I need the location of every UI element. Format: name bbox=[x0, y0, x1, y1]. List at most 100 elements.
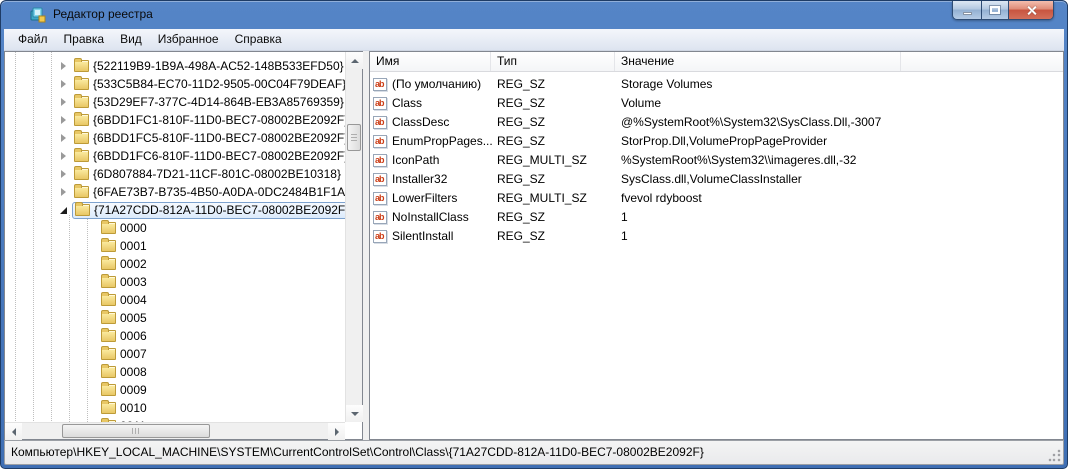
collapse-arrow-icon[interactable] bbox=[60, 206, 67, 214]
vertical-scroll-thumb[interactable] bbox=[347, 124, 361, 151]
tree-vertical-scrollbar[interactable] bbox=[345, 52, 363, 422]
tree-item-box: 0010 bbox=[98, 399, 152, 417]
tree-item[interactable]: {6BDD1FC1-810F-11D0-BEC7-08002BE2092F} bbox=[5, 111, 345, 129]
tree-item[interactable]: 0007 bbox=[5, 345, 345, 363]
tree-item[interactable]: 0004 bbox=[5, 291, 345, 309]
tree-item-box: {6BDD1FC5-810F-11D0-BEC7-08002BE2092F} bbox=[71, 129, 345, 147]
tree-item[interactable]: {6D807884-7D21-11CF-801C-08002BE10318} bbox=[5, 165, 345, 183]
tree-item[interactable]: {6FAE73B7-B735-4B50-A0DA-0DC2484B1F1A} bbox=[5, 183, 345, 201]
expand-arrow-icon[interactable] bbox=[61, 170, 66, 178]
horizontal-scroll-thumb[interactable] bbox=[62, 424, 210, 438]
tree-item-box: 0006 bbox=[98, 327, 152, 345]
table-row[interactable]: SilentInstall REG_SZ 1 bbox=[370, 227, 1063, 246]
folder-icon bbox=[101, 291, 116, 306]
tree-item-label: {6D807884-7D21-11CF-801C-08002BE10318} bbox=[93, 166, 341, 181]
expand-arrow-icon[interactable] bbox=[61, 152, 66, 160]
expand-arrow-icon[interactable] bbox=[61, 116, 66, 124]
value-type: REG_SZ bbox=[497, 134, 546, 148]
folder-icon bbox=[101, 345, 116, 360]
folder-icon bbox=[74, 129, 89, 144]
value-data: 1 bbox=[621, 210, 628, 224]
value-type: REG_SZ bbox=[497, 77, 546, 91]
caption-buttons bbox=[952, 1, 1054, 20]
resize-grip-icon[interactable] bbox=[1048, 449, 1061, 462]
tree-item[interactable]: {6BDD1FC6-810F-11D0-BEC7-08002BE2092F} bbox=[5, 147, 345, 165]
value-data: StorProp.Dll,VolumePropPageProvider bbox=[621, 134, 828, 148]
string-value-icon bbox=[373, 116, 387, 129]
folder-icon bbox=[101, 309, 116, 324]
scroll-up-button[interactable] bbox=[346, 52, 363, 69]
tree-item-label: 0010 bbox=[120, 400, 147, 415]
table-row[interactable]: (По умолчанию) REG_SZ Storage Volumes bbox=[370, 75, 1063, 94]
menu-favorites[interactable]: Избранное bbox=[150, 29, 227, 50]
menu-file[interactable]: Файл bbox=[10, 29, 56, 50]
value-name: SilentInstall bbox=[392, 229, 454, 243]
value-name: (По умолчанию) bbox=[392, 77, 482, 91]
tree-horizontal-scrollbar[interactable] bbox=[5, 422, 345, 440]
folder-icon bbox=[101, 327, 116, 342]
tree-item[interactable]: {71A27CDD-812A-11D0-BEC7-08002BE2092F} bbox=[5, 201, 345, 219]
table-row[interactable]: LowerFilters REG_MULTI_SZ fvevol rdyboost bbox=[370, 189, 1063, 208]
expand-arrow-icon[interactable] bbox=[61, 80, 66, 88]
value-type: REG_SZ bbox=[497, 229, 546, 243]
expand-arrow-icon[interactable] bbox=[61, 188, 66, 196]
tree-item-box: {6BDD1FC6-810F-11D0-BEC7-08002BE2092F} bbox=[71, 147, 345, 165]
tree-item[interactable]: {6BDD1FC5-810F-11D0-BEC7-08002BE2092F} bbox=[5, 129, 345, 147]
value-name-cell: Installer32 bbox=[373, 170, 447, 189]
registry-editor-window: Редактор реестра Файл Правка Вид Избранн… bbox=[0, 0, 1068, 469]
tree-item[interactable]: 0009 bbox=[5, 381, 345, 399]
tree-item[interactable]: {53D29EF7-377C-4D14-864B-EB3A85769359} bbox=[5, 93, 345, 111]
maximize-button[interactable] bbox=[982, 1, 1009, 19]
expand-arrow-icon[interactable] bbox=[61, 62, 66, 70]
column-header-value[interactable]: Значение bbox=[615, 52, 901, 71]
tree-item[interactable]: 0010 bbox=[5, 399, 345, 417]
tree-item[interactable]: 0008 bbox=[5, 363, 345, 381]
tree-item[interactable]: 0003 bbox=[5, 273, 345, 291]
value-name-cell: ClassDesc bbox=[373, 113, 449, 132]
tree-item[interactable]: 0005 bbox=[5, 309, 345, 327]
table-row[interactable]: EnumPropPages... REG_SZ StorProp.Dll,Volum… bbox=[370, 132, 1063, 151]
table-row[interactable]: NoInstallClass REG_SZ 1 bbox=[370, 208, 1063, 227]
titlebar[interactable]: Редактор реестра bbox=[1, 1, 1067, 29]
folder-icon bbox=[101, 219, 116, 234]
column-header-type[interactable]: Тип bbox=[491, 52, 615, 71]
value-name: ClassDesc bbox=[392, 115, 450, 129]
menu-edit[interactable]: Правка bbox=[56, 29, 113, 50]
tree-item[interactable]: 0006 bbox=[5, 327, 345, 345]
menu-view[interactable]: Вид bbox=[112, 29, 150, 50]
tree-item[interactable]: 0000 bbox=[5, 219, 345, 237]
table-row[interactable]: IconPath REG_MULTI_SZ %SystemRoot%\System3… bbox=[370, 151, 1063, 170]
tree-item-box: {71A27CDD-812A-11D0-BEC7-08002BE2092F} bbox=[72, 201, 345, 219]
folder-icon bbox=[101, 399, 116, 414]
value-name-cell: NoInstallClass bbox=[373, 208, 469, 227]
folder-icon bbox=[74, 57, 89, 72]
tree-item-label: 0001 bbox=[120, 238, 147, 253]
expand-arrow-icon[interactable] bbox=[61, 98, 66, 106]
menu-help[interactable]: Справка bbox=[227, 29, 290, 50]
tree-item[interactable]: 0001 bbox=[5, 237, 345, 255]
value-data: SysClass.dll,VolumeClassInstaller bbox=[621, 172, 802, 186]
tree-item[interactable]: {522119B9-1B9A-498A-AC52-148B533EFD50} bbox=[5, 57, 345, 75]
tree-item[interactable]: 0002 bbox=[5, 255, 345, 273]
table-row[interactable]: Class REG_SZ Volume bbox=[370, 94, 1063, 113]
tree-item-box: {522119B9-1B9A-498A-AC52-148B533EFD50} bbox=[71, 57, 345, 75]
value-name-cell: (По умолчанию) bbox=[373, 75, 481, 94]
tree-item-label: {6BDD1FC5-810F-11D0-BEC7-08002BE2092F} bbox=[93, 130, 345, 145]
close-button[interactable] bbox=[1009, 1, 1053, 19]
tree-item[interactable]: {533C5B84-EC70-11D2-9505-00C04F79DEAF} bbox=[5, 75, 345, 93]
scroll-right-button[interactable] bbox=[328, 423, 345, 440]
scroll-down-button[interactable] bbox=[346, 405, 363, 422]
folder-icon bbox=[101, 255, 116, 270]
scroll-left-button[interactable] bbox=[5, 423, 22, 440]
content-area: {522119B9-1B9A-498A-AC52-148B533EFD50} {5… bbox=[4, 51, 1064, 440]
column-header-name[interactable]: Имя bbox=[370, 52, 491, 71]
expand-arrow-icon[interactable] bbox=[61, 134, 66, 142]
tree-item-label: 0004 bbox=[120, 292, 147, 307]
value-name-cell: Class bbox=[373, 94, 422, 113]
table-row[interactable]: Installer32 REG_SZ SysClass.dll,VolumeClas… bbox=[370, 170, 1063, 189]
tree-item-box: {6D807884-7D21-11CF-801C-08002BE10318} bbox=[71, 165, 345, 183]
value-data: fvevol rdyboost bbox=[621, 191, 702, 205]
table-row[interactable]: ClassDesc REG_SZ @%SystemRoot%\System32\Sy… bbox=[370, 113, 1063, 132]
minimize-button[interactable] bbox=[953, 1, 982, 19]
value-name: EnumPropPages... bbox=[392, 134, 493, 148]
